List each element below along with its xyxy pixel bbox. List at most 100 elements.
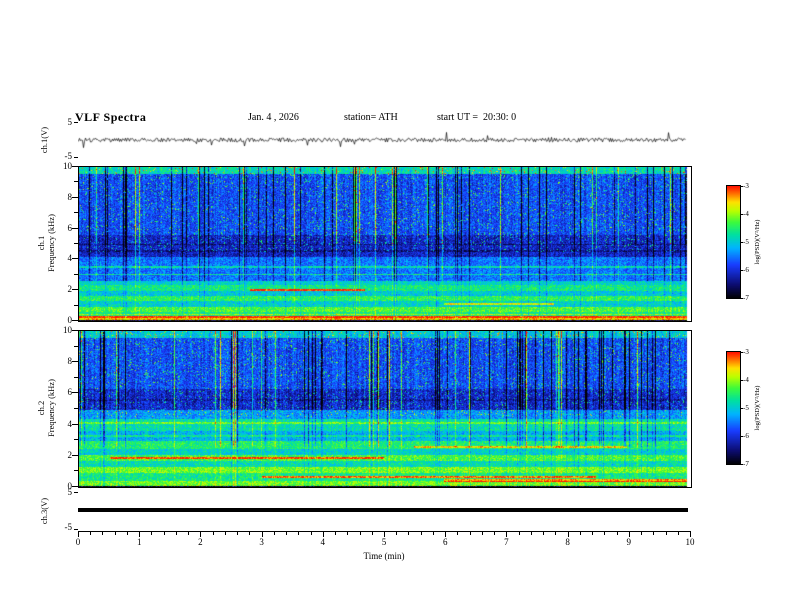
freq-tick-label: 6 xyxy=(67,387,73,398)
freq-tick-mark xyxy=(72,423,78,425)
colorbar-tick-mark xyxy=(740,298,743,299)
x-tick-label: 8 xyxy=(565,537,570,547)
ch2-channel-label: ch.2 xyxy=(36,400,46,416)
freq-tick-mark xyxy=(72,227,78,229)
x-tick-label: 0 xyxy=(75,537,81,547)
freq-minor-tick-mark xyxy=(74,212,78,214)
x-minor-tick-mark xyxy=(286,532,288,535)
x-minor-tick-mark xyxy=(604,532,606,535)
x-minor-tick-mark xyxy=(249,532,251,535)
freq-tick-mark xyxy=(72,330,78,331)
colorbar-tick-label: -6 xyxy=(743,432,749,440)
freq-tick-mark xyxy=(72,196,78,198)
voltage-tick-mark xyxy=(74,492,78,493)
freq-tick-label: 10 xyxy=(63,161,72,171)
x-minor-tick-mark xyxy=(641,532,643,535)
ch1-ymin-label: -5 xyxy=(64,151,73,161)
x-minor-tick-mark xyxy=(212,532,214,535)
ch1-ymax-label: 5 xyxy=(67,117,73,127)
x-minor-tick-mark xyxy=(371,532,373,535)
x-minor-tick-mark xyxy=(677,532,679,535)
ch1-voltage-axis-label: ch.1(V) xyxy=(39,126,49,154)
x-minor-tick-mark xyxy=(237,532,239,535)
x-minor-tick-mark xyxy=(273,532,275,535)
x-minor-tick-mark xyxy=(298,532,300,535)
x-tick-label: 4 xyxy=(320,537,326,547)
freq-minor-tick-mark xyxy=(74,470,78,472)
colorbar-tick-mark xyxy=(740,270,743,271)
x-minor-tick-mark xyxy=(408,532,410,535)
x-minor-tick-mark xyxy=(163,532,165,535)
ch2-frequency-axis-label: ch.2 Frequency (kHz) xyxy=(36,330,56,486)
x-minor-tick-mark xyxy=(616,532,618,535)
ch3-ymin-label: -5 xyxy=(64,522,73,532)
x-tick-label: 9 xyxy=(626,537,632,547)
colorbar-tick-mark xyxy=(740,214,743,215)
ch3-voltage-axis-label: ch.3(V) xyxy=(39,497,49,525)
voltage-tick-mark xyxy=(74,529,78,530)
x-minor-tick-mark xyxy=(175,532,177,535)
x-minor-tick-mark xyxy=(420,532,422,535)
freq-tick-label: 4 xyxy=(67,418,73,429)
freq-tick-label: 4 xyxy=(67,253,73,264)
freq-minor-tick-mark xyxy=(74,439,78,441)
ch2-spectrogram-canvas xyxy=(78,330,692,488)
colorbar-tick-mark xyxy=(740,464,743,465)
x-minor-tick-mark xyxy=(518,532,520,535)
x-minor-tick-mark xyxy=(579,532,581,535)
x-minor-tick-mark xyxy=(188,532,190,535)
voltage-tick-mark xyxy=(74,122,78,123)
freq-tick-label: 6 xyxy=(67,222,73,233)
freq-minor-tick-mark xyxy=(74,345,78,347)
x-axis-title: Time (min) xyxy=(363,551,405,561)
freq-tick-label: 10 xyxy=(63,325,72,335)
freq-tick-label: 2 xyxy=(67,449,73,460)
voltage-tick-mark xyxy=(74,157,78,158)
colorbar-tick-label: -4 xyxy=(743,376,749,384)
x-minor-tick-mark xyxy=(469,532,471,535)
colorbar-tick-mark xyxy=(740,186,743,187)
x-minor-tick-mark xyxy=(530,532,532,535)
freq-minor-tick-mark xyxy=(74,376,78,378)
freq-tick-mark xyxy=(72,320,78,321)
freq-minor-tick-mark xyxy=(74,304,78,306)
x-tick-label: 10 xyxy=(685,537,695,547)
freq-tick-label: 8 xyxy=(67,191,73,202)
colorbar-tick-label: -5 xyxy=(743,404,749,412)
x-minor-tick-mark xyxy=(224,532,226,535)
x-minor-tick-mark xyxy=(494,532,496,535)
freq-minor-tick-mark xyxy=(74,243,78,244)
x-minor-tick-mark xyxy=(396,532,398,535)
x-minor-tick-mark xyxy=(457,532,459,535)
x-minor-tick-mark xyxy=(432,532,434,535)
freq-tick-label: 8 xyxy=(67,356,73,367)
colorbar-tick-mark xyxy=(740,380,743,381)
colorbar-tick-label: -4 xyxy=(743,210,749,218)
x-minor-tick-mark xyxy=(347,532,349,535)
freq-tick-mark xyxy=(72,392,78,394)
freq-minor-tick-mark xyxy=(74,181,78,183)
freq-tick-mark xyxy=(72,289,78,291)
colorbar-tick-mark xyxy=(740,408,743,409)
colorbar-1 xyxy=(726,185,741,299)
freq-tick-mark xyxy=(72,361,78,363)
x-tick-label: 7 xyxy=(504,537,509,547)
ch3-flat-signal-line xyxy=(78,508,688,512)
colorbar-tick-label: -6 xyxy=(743,266,749,274)
x-tick-label: 5 xyxy=(381,537,387,547)
colorbar-2-label: log(PSD)(V²/Hz) xyxy=(754,385,761,431)
x-minor-tick-mark xyxy=(102,532,104,535)
x-tick-label: 6 xyxy=(442,537,448,547)
x-minor-tick-mark xyxy=(665,532,667,535)
x-minor-tick-mark xyxy=(151,532,153,535)
freq-tick-label: 0 xyxy=(67,481,73,491)
x-tick-label: 2 xyxy=(198,537,203,547)
colorbar-2 xyxy=(726,351,741,465)
colorbar-tick-label: -3 xyxy=(743,348,749,356)
colorbar-tick-mark xyxy=(740,436,743,437)
freq-tick-label: 2 xyxy=(67,284,73,295)
colorbar-tick-label: -3 xyxy=(743,182,749,190)
ch2-frequency-label: Frequency (kHz) xyxy=(46,379,56,437)
ch1-channel-label: ch.1 xyxy=(36,235,46,251)
x-tick-label: 1 xyxy=(136,537,142,547)
